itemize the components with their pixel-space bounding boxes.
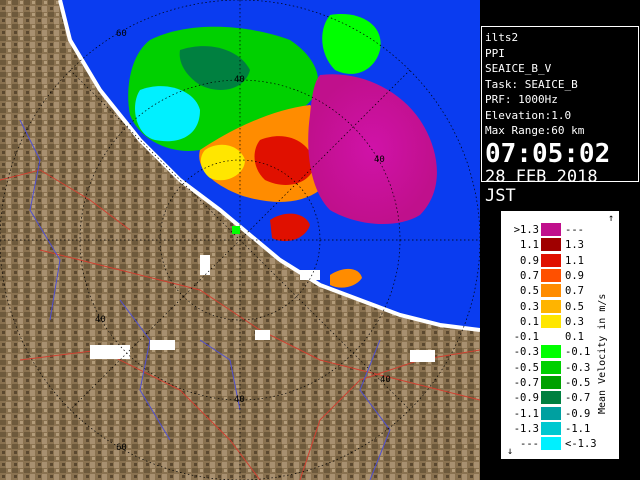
legend-lower-bound: 0.5 [520,285,539,298]
legend-lower-bound: -0.1 [513,331,539,344]
radar-ppi-map: 60 40 40 40 40 40 60 [0,0,480,480]
legend-upper-bound: 1.3 [565,239,584,252]
legend-swatch [541,406,561,420]
legend-swatch [541,223,561,236]
prf-value: PRF: 1000Hz [485,93,558,106]
legend-swatch [541,238,561,252]
range-label-40-right: 40 [374,155,385,165]
legend-lower-bound: 0.9 [520,254,539,267]
range-label-40-top: 40 [234,75,245,85]
legend-lower-bound: -0.9 [513,392,539,405]
legend-swatch [541,345,561,359]
legend-swatch [541,376,561,389]
legend-swatch [541,437,561,451]
range-label-40-bottom: 40 [234,395,245,405]
legend-lower-bound: -0.7 [513,377,539,389]
radar-name: ilts2 [485,31,519,44]
legend-swatch [541,284,561,298]
legend-swatch [541,421,561,435]
legend-unit: Mean Velocity in m/s [597,293,608,415]
legend-lower-bound: -1.1 [513,407,539,420]
elevation-value: Elevation:1.0 [485,108,572,122]
legend-swatch [541,360,561,374]
scan-date: 28 FEB 2018 JST [485,166,598,206]
legend-upper-bound: --- [565,224,584,236]
field-name: SEAICE_B_V [485,62,552,75]
task-name: Task: SEAICE_B [485,77,578,91]
legend-lower-bound: 1.1 [520,239,539,252]
legend-lower-bound: 0.7 [520,269,539,282]
legend-lower-bound: -0.5 [513,361,539,374]
legend-lower-bound: 0.1 [520,315,539,328]
scan-time: 07:05:02 [485,138,611,169]
legend-lower-bound: >1.3 [513,224,539,236]
radar-site-marker [232,226,240,234]
legend-swatch [541,314,561,328]
range-label-60-top: 60 [116,29,127,39]
legend-swatch [541,253,561,267]
velocity-legend: ↑ >1.3 --- 1.1 1.3 0.9 1.1 0.7 0.9 0.5 0.7 0.3 0.5 0… [500,210,620,460]
legend-swatch [541,391,561,405]
legend-row: >1.3 --- [501,223,619,237]
legend-row: 1.1 1.3 [501,238,619,252]
range-label-40-left: 40 [95,315,106,325]
range-label-60-bottom: 60 [116,443,127,453]
range-label-40-lower-right: 40 [380,375,391,385]
product-type: PPI [485,46,505,60]
max-range-value: Max Range:60 km [485,124,585,137]
radar-info-panel: ilts2 PPI SEAICE_B_V Task: SEAICE_B PRF:… [481,26,639,205]
arrow-down-icon: ↓ [507,446,514,457]
legend-lower-bound: 0.3 [520,300,539,313]
legend-lower-bound: -0.3 [513,346,539,359]
legend-lower-bound: --- [520,438,539,451]
legend-swatch [541,268,561,282]
legend-swatch [541,330,561,344]
legend-swatch [541,299,561,313]
legend-lower-bound: -1.3 [513,422,539,435]
